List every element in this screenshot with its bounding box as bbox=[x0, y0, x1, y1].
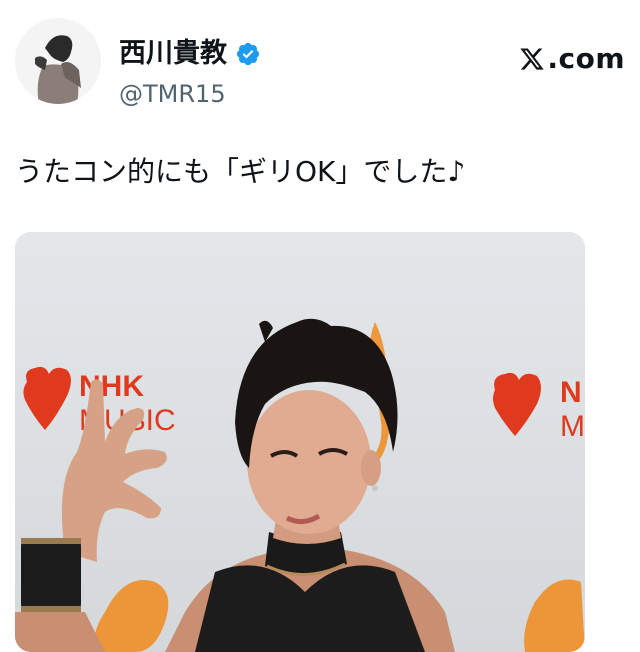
tweet-header: 西川貴教 @TMR15 .com bbox=[15, 18, 625, 108]
tweet-media[interactable]: NHK MUSIC N M bbox=[15, 232, 585, 652]
nhk-text-left: NHK bbox=[79, 370, 144, 403]
author-avatar[interactable] bbox=[15, 18, 101, 104]
display-name[interactable]: 西川貴教 bbox=[119, 38, 227, 70]
verified-badge-icon bbox=[235, 41, 261, 67]
nhk-text-right: N bbox=[560, 376, 582, 409]
author-handle[interactable]: @TMR15 bbox=[119, 80, 226, 108]
music-text-right: M bbox=[560, 410, 585, 443]
profile-photo-icon bbox=[15, 18, 101, 104]
x-logo-icon bbox=[519, 46, 545, 72]
tweet-text: うたコン的にも「ギリOK」でした♪ bbox=[15, 152, 465, 192]
tweet-photo: NHK MUSIC N M bbox=[15, 232, 585, 652]
x-com-brand[interactable]: .com bbox=[519, 42, 625, 75]
x-com-label: .com bbox=[547, 42, 625, 75]
name-row: 西川貴教 bbox=[119, 38, 261, 70]
